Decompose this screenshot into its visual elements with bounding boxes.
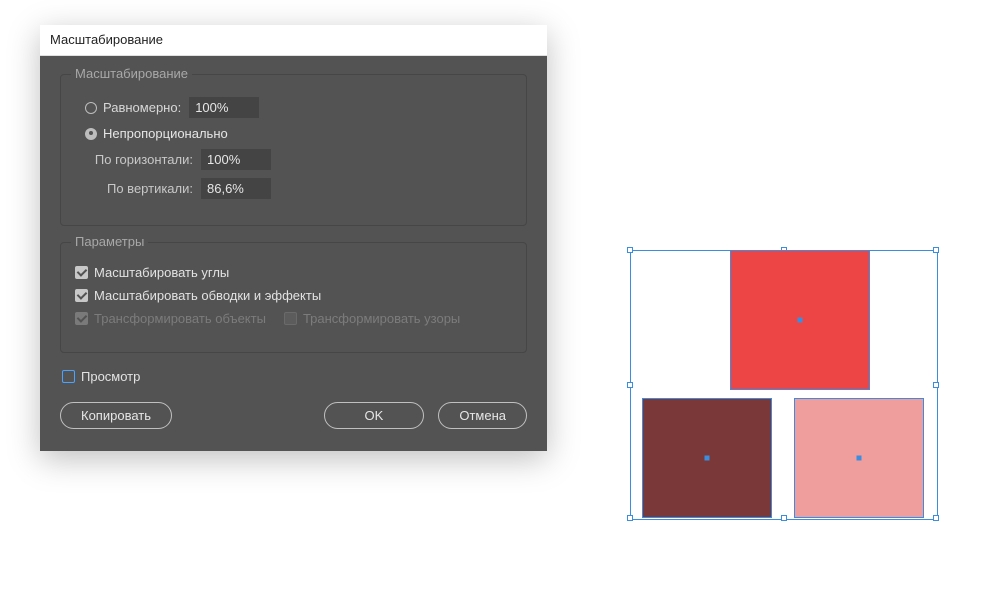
handle-s[interactable] xyxy=(781,515,787,521)
handle-ne[interactable] xyxy=(933,247,939,253)
copy-button[interactable]: Копировать xyxy=(60,402,172,429)
handle-w[interactable] xyxy=(627,382,633,388)
checkbox-icon xyxy=(62,370,75,383)
radio-icon xyxy=(85,128,97,140)
cancel-button[interactable]: Отмена xyxy=(438,402,527,429)
horizontal-label: По горизонтали: xyxy=(75,152,201,167)
dialog-body: Масштабирование Равномерно: Непропорцион… xyxy=(40,56,547,451)
radio-uniform[interactable]: Равномерно: xyxy=(85,100,181,115)
handle-se[interactable] xyxy=(933,515,939,521)
checkbox-transform-patterns: Трансформировать узоры xyxy=(284,311,460,326)
uniform-input[interactable] xyxy=(189,97,259,118)
scale-group: Масштабирование Равномерно: Непропорцион… xyxy=(60,74,527,226)
radio-icon xyxy=(85,102,97,114)
dialog-title: Масштабирование xyxy=(40,25,547,56)
checkbox-scale-strokes-label: Масштабировать обводки и эффекты xyxy=(94,288,321,303)
checkbox-transform-objects: Трансформировать объекты xyxy=(75,311,266,326)
handle-sw[interactable] xyxy=(627,515,633,521)
shape-bottom-right[interactable] xyxy=(794,398,924,518)
checkbox-icon xyxy=(75,266,88,279)
center-point xyxy=(798,318,803,323)
shape-bottom-left[interactable] xyxy=(642,398,772,518)
ok-button[interactable]: OK xyxy=(324,402,425,429)
handle-nw[interactable] xyxy=(627,247,633,253)
radio-nonuniform[interactable]: Непропорционально xyxy=(85,126,228,141)
scale-dialog: Масштабирование Масштабирование Равномер… xyxy=(40,25,547,451)
checkbox-preview[interactable]: Просмотр xyxy=(62,369,140,384)
center-point xyxy=(705,456,710,461)
checkbox-icon xyxy=(75,289,88,302)
options-group: Параметры Масштабировать углы Масштабиро… xyxy=(60,242,527,353)
checkbox-transform-patterns-label: Трансформировать узоры xyxy=(303,311,460,326)
checkbox-preview-label: Просмотр xyxy=(81,369,140,384)
checkbox-scale-corners[interactable]: Масштабировать углы xyxy=(75,265,229,280)
checkbox-scale-corners-label: Масштабировать углы xyxy=(94,265,229,280)
button-row: Копировать OK Отмена xyxy=(60,402,527,429)
radio-uniform-label: Равномерно: xyxy=(103,100,181,115)
scale-group-title: Масштабирование xyxy=(71,66,192,81)
handle-e[interactable] xyxy=(933,382,939,388)
checkbox-icon xyxy=(75,312,88,325)
center-point xyxy=(857,456,862,461)
checkbox-icon xyxy=(284,312,297,325)
radio-nonuniform-label: Непропорционально xyxy=(103,126,228,141)
horizontal-input[interactable] xyxy=(201,149,271,170)
vertical-input[interactable] xyxy=(201,178,271,199)
checkbox-scale-strokes[interactable]: Масштабировать обводки и эффекты xyxy=(75,288,321,303)
options-group-title: Параметры xyxy=(71,234,148,249)
checkbox-transform-objects-label: Трансформировать объекты xyxy=(94,311,266,326)
shape-top[interactable] xyxy=(730,250,870,390)
vertical-label: По вертикали: xyxy=(75,181,201,196)
artboard xyxy=(630,250,950,540)
